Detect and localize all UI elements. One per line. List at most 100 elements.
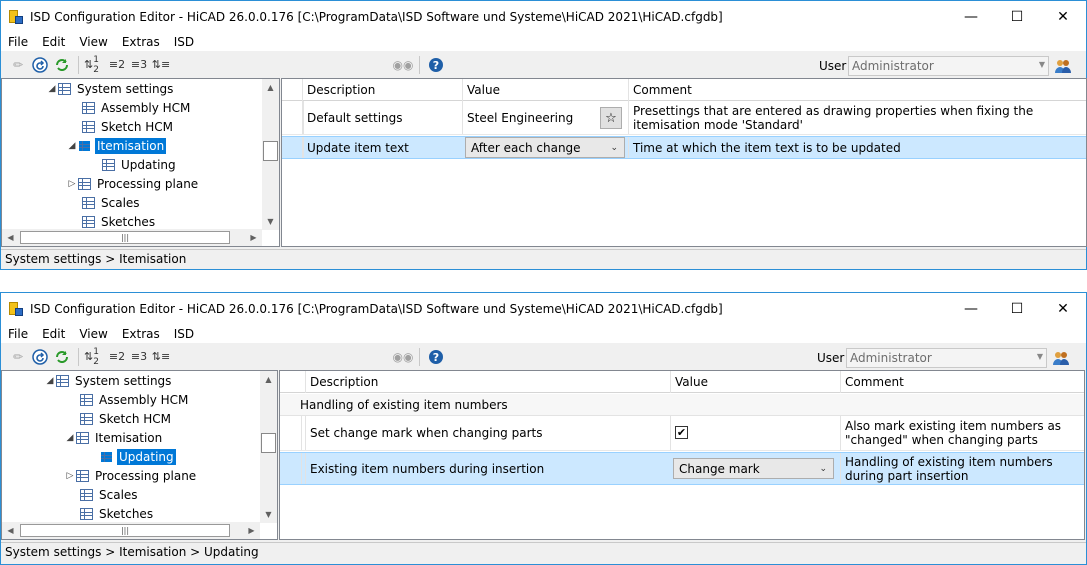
tree-item-assembly-hcm[interactable]: Assembly HCM xyxy=(70,98,192,117)
scroll-up-icon[interactable]: ▲ xyxy=(260,371,277,388)
scroll-right-icon[interactable]: ▶ xyxy=(245,229,262,246)
group-header[interactable]: Handling of existing item numbers xyxy=(280,394,1084,416)
settings-tree: ◢ System settings Assembly HCM Sketch HCM… xyxy=(1,370,278,540)
menu-isd[interactable]: ISD xyxy=(167,327,201,341)
tree-item-system-settings[interactable]: ◢ System settings xyxy=(46,79,175,98)
row-header xyxy=(280,416,302,450)
minimize-icon[interactable]: — xyxy=(948,1,994,32)
expand-icon[interactable]: ▷ xyxy=(64,471,76,481)
tree-item-system-settings[interactable]: ◢ System settings xyxy=(44,371,173,390)
column-comment[interactable]: Comment xyxy=(628,79,1086,101)
undo-icon[interactable] xyxy=(29,54,51,76)
scroll-left-icon[interactable]: ◀ xyxy=(2,522,19,539)
collapse-icon[interactable]: ◢ xyxy=(64,433,76,443)
menu-isd[interactable]: ISD xyxy=(167,35,201,49)
tree-item-updating[interactable]: Updating xyxy=(88,447,176,466)
undo-icon[interactable] xyxy=(29,346,51,368)
scroll-thumb[interactable] xyxy=(261,433,276,453)
column-description[interactable]: Description xyxy=(302,79,462,101)
tree-item-processing-plane[interactable]: ▷ Processing plane xyxy=(64,466,198,485)
table-icon xyxy=(82,196,95,209)
tree-item-scales[interactable]: Scales xyxy=(68,485,140,504)
change-mark-checkbox[interactable]: ✔ xyxy=(675,426,688,439)
maximize-icon[interactable]: ☐ xyxy=(994,1,1040,32)
tree-item-itemisation[interactable]: ◢ Itemisation xyxy=(64,428,164,447)
menu-file[interactable]: File xyxy=(1,35,35,49)
menu-edit[interactable]: Edit xyxy=(35,35,72,49)
scroll-down-icon[interactable]: ▼ xyxy=(260,506,277,523)
scroll-thumb[interactable] xyxy=(263,141,278,161)
close-icon[interactable]: ✕ xyxy=(1040,293,1086,324)
binoculars-icon[interactable]: ◉◉ xyxy=(392,346,414,368)
column-value[interactable]: Value xyxy=(462,79,628,101)
scroll-right-icon[interactable]: ▶ xyxy=(243,522,260,539)
grid-header: Description Value Comment xyxy=(280,371,1084,393)
pencil-icon[interactable]: ✏ xyxy=(7,54,29,76)
tree-item-scales[interactable]: Scales xyxy=(70,193,142,212)
table-row-selected[interactable]: Existing item numbers during insertion C… xyxy=(280,452,1084,485)
tree-horizontal-scrollbar[interactable]: ◀ ||| ▶ xyxy=(2,522,260,539)
tree-item-itemisation[interactable]: ◢ Itemisation xyxy=(66,136,167,155)
expand-icon[interactable]: ▷ xyxy=(66,179,78,189)
collapse-icon[interactable]: ◢ xyxy=(66,141,78,151)
menu-extras[interactable]: Extras xyxy=(115,35,167,49)
column-value[interactable]: Value xyxy=(670,371,840,393)
scroll-down-icon[interactable]: ▼ xyxy=(262,213,279,230)
menu-edit[interactable]: Edit xyxy=(35,327,72,341)
table-row[interactable]: Set change mark when changing parts ✔ Al… xyxy=(280,416,1084,451)
collapse-icon[interactable]: ◢ xyxy=(44,376,56,386)
maximize-icon[interactable]: ☐ xyxy=(994,293,1040,324)
minimize-icon[interactable]: — xyxy=(948,293,994,324)
scroll-thumb[interactable]: ||| xyxy=(20,231,230,244)
sort-3-button[interactable]: ≡ 3 xyxy=(128,346,150,368)
sort-2-button[interactable]: ≡ 2 xyxy=(106,346,128,368)
table-row-selected[interactable]: Update item text After each change ⌄ Time… xyxy=(282,136,1086,159)
menu-file[interactable]: File xyxy=(1,327,35,341)
close-icon[interactable]: ✕ xyxy=(1040,1,1086,32)
help-icon[interactable]: ? xyxy=(425,346,447,368)
tree-vertical-scrollbar[interactable]: ▲ ▼ xyxy=(262,79,279,230)
tree-item-sketch-hcm[interactable]: Sketch HCM xyxy=(70,117,175,136)
sort-2-button[interactable]: ≡ 2 xyxy=(106,54,128,76)
scroll-thumb[interactable]: ||| xyxy=(20,524,230,537)
column-comment[interactable]: Comment xyxy=(840,371,1084,393)
tree-item-sketch-hcm[interactable]: Sketch HCM xyxy=(68,409,173,428)
menu-view[interactable]: View xyxy=(72,327,114,341)
settings-grid: Description Value Comment Default settin… xyxy=(281,78,1087,247)
tree-item-label: Itemisation xyxy=(95,137,167,154)
binoculars-icon[interactable]: ◉◉ xyxy=(392,54,414,76)
star-icon[interactable]: ☆ xyxy=(600,107,622,129)
tree-horizontal-scrollbar[interactable]: ◀ ||| ▶ xyxy=(2,229,262,246)
tree-item-updating[interactable]: Updating xyxy=(90,155,178,174)
menu-extras[interactable]: Extras xyxy=(115,327,167,341)
tree-item-sketches[interactable]: Sketches xyxy=(68,504,155,523)
scroll-left-icon[interactable]: ◀ xyxy=(2,229,19,246)
user-select[interactable]: Administrator ▼ xyxy=(848,56,1049,76)
tree-item-assembly-hcm[interactable]: Assembly HCM xyxy=(68,390,190,409)
table-row[interactable]: Default settings Steel Engineering ☆ Pre… xyxy=(282,101,1086,135)
collapse-icon[interactable]: ◢ xyxy=(46,84,58,94)
sort-3-button[interactable]: ≡ 3 xyxy=(128,54,150,76)
menu-view[interactable]: View xyxy=(72,35,114,49)
pencil-icon[interactable]: ✏ xyxy=(7,346,29,368)
refresh-icon[interactable] xyxy=(51,54,73,76)
tree-item-label: System settings xyxy=(75,373,172,388)
update-item-text-select[interactable]: After each change ⌄ xyxy=(465,137,625,158)
tree-vertical-scrollbar[interactable]: ▲ ▼ xyxy=(260,371,277,523)
column-description[interactable]: Description xyxy=(305,371,670,393)
scroll-up-icon[interactable]: ▲ xyxy=(262,79,279,96)
tree-item-processing-plane[interactable]: ▷ Processing plane xyxy=(66,174,200,193)
user-select[interactable]: Administrator ▼ xyxy=(846,348,1047,368)
filter-icon[interactable]: ⇅≡ xyxy=(150,346,172,368)
status-bar: System settings > Itemisation xyxy=(1,249,1086,268)
help-icon[interactable]: ? xyxy=(425,54,447,76)
row-value xyxy=(670,416,840,450)
filter-icon[interactable]: ⇅≡ xyxy=(150,54,172,76)
users-icon[interactable] xyxy=(1052,349,1070,367)
sort-icon[interactable]: ⇅ 1 2 xyxy=(84,54,106,76)
table-icon xyxy=(80,393,93,406)
refresh-icon[interactable] xyxy=(51,346,73,368)
sort-icon[interactable]: ⇅ 1 2 xyxy=(84,346,106,368)
existing-item-numbers-select[interactable]: Change mark ⌄ xyxy=(673,458,834,479)
users-icon[interactable] xyxy=(1054,57,1072,75)
